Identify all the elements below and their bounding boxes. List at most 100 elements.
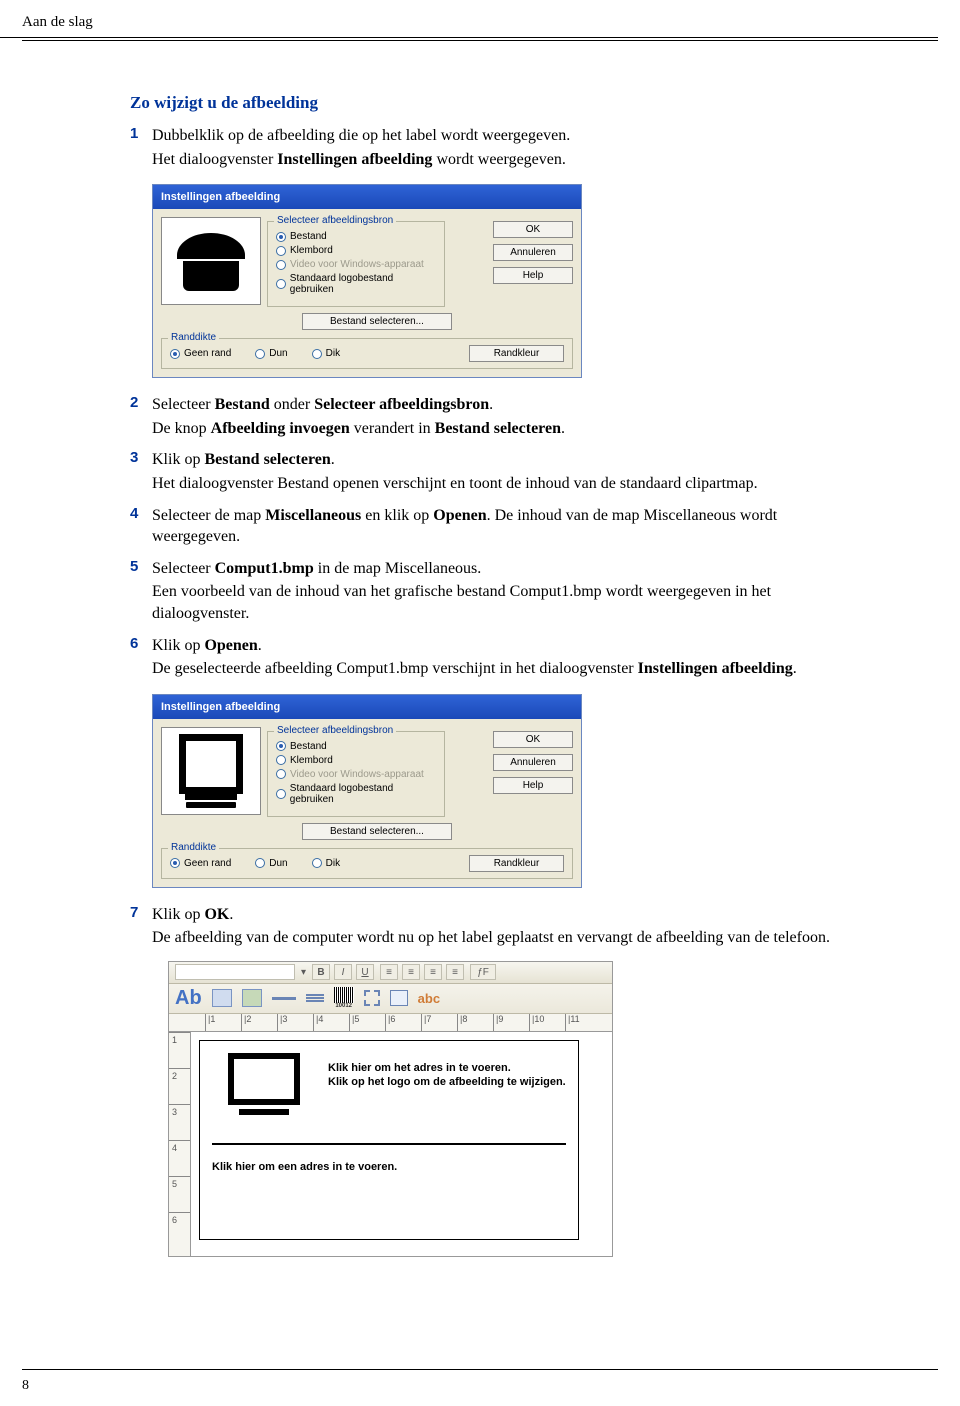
date-tool-icon[interactable] — [390, 990, 408, 1006]
ruler-tick: |7 — [421, 1014, 457, 1031]
ok-button[interactable]: OK — [493, 731, 573, 748]
radio-icon — [255, 349, 265, 359]
t: Het dialoogvenster — [152, 151, 277, 168]
radio-label: Klembord — [290, 755, 333, 766]
divider-line — [212, 1143, 566, 1145]
align-right-button[interactable]: ≡ — [424, 964, 442, 980]
align-center-button[interactable]: ≡ — [402, 964, 420, 980]
step-num: 6 — [130, 635, 152, 680]
step-num: 4 — [130, 505, 152, 548]
border-group: Randdikte Geen rand Dun Dik Randkleur — [161, 338, 573, 369]
help-button[interactable]: Help — [493, 267, 573, 284]
t: B — [317, 967, 324, 978]
italic-button[interactable]: I — [334, 964, 352, 980]
list-tool-icon[interactable] — [306, 994, 324, 1002]
ok-button[interactable]: OK — [493, 221, 573, 238]
t: en klik op — [361, 507, 433, 524]
t: Selecteer de map — [152, 507, 265, 524]
barcode-tool-icon[interactable]: 10012 — [334, 987, 354, 1009]
address-text-1[interactable]: Klik hier om het adres in te voeren. Kli… — [328, 1061, 566, 1090]
radio-geen-rand[interactable]: Geen rand — [170, 858, 231, 869]
step-body: Klik op Bestand selecteren. Het dialoogv… — [152, 449, 850, 494]
ruler-tick: 6 — [169, 1212, 190, 1248]
step-num: 1 — [130, 125, 152, 170]
help-button[interactable]: Help — [493, 777, 573, 794]
radio-dik[interactable]: Dik — [312, 858, 340, 869]
image-tool-icon[interactable] — [212, 989, 232, 1007]
align-left-button[interactable]: ≡ — [380, 964, 398, 980]
group-legend: Selecteer afbeeldingsbron — [274, 725, 396, 736]
phone-icon — [169, 229, 253, 293]
radio-label: Standaard logobestand gebruiken — [290, 273, 436, 295]
barcode-icon — [334, 987, 354, 1003]
shape-tool-icon[interactable] — [242, 989, 262, 1007]
radio-label: Dun — [269, 858, 287, 869]
ruler-tick: |11 — [565, 1014, 601, 1031]
radio-dik[interactable]: Dik — [312, 348, 340, 359]
t: Bestand selecteren — [435, 420, 561, 437]
ruler-tick: 3 — [169, 1104, 190, 1140]
radio-bestand[interactable]: Bestand — [276, 231, 436, 242]
monitor-icon — [173, 734, 249, 800]
fx-button[interactable]: ƒF — [470, 964, 496, 980]
canvas[interactable]: Klik hier om het adres in te voeren. Kli… — [191, 1032, 612, 1256]
t: verandert in — [350, 420, 435, 437]
underline-button[interactable]: U — [356, 964, 374, 980]
radio-dun[interactable]: Dun — [255, 348, 287, 359]
source-group: Selecteer afbeeldingsbron Bestand Klembo… — [267, 731, 445, 817]
rand-legend: Randdikte — [168, 842, 219, 853]
radio-label: Geen rand — [184, 348, 231, 359]
randkleur-button[interactable]: Randkleur — [469, 855, 564, 872]
select-file-button[interactable]: Bestand selecteren... — [302, 313, 452, 330]
radio-label: Klembord — [290, 245, 333, 256]
ruler-tick: |1 — [205, 1014, 241, 1031]
step-5: 5 Selecteer Comput1.bmp in de map Miscel… — [130, 558, 850, 625]
radio-dun[interactable]: Dun — [255, 858, 287, 869]
step-body: Selecteer Comput1.bmp in de map Miscella… — [152, 558, 850, 625]
align-justify-button[interactable]: ≡ — [446, 964, 464, 980]
step-6: 6 Klik op Openen. De geselecteerde afbee… — [130, 635, 850, 680]
label-editor: ▾ B I U ≡ ≡ ≡ ≡ ƒF Ab 10012 — [168, 961, 613, 1257]
radio-klembord[interactable]: Klembord — [276, 245, 436, 256]
editor-toolbar: ▾ B I U ≡ ≡ ≡ ≡ ƒF — [169, 962, 612, 984]
select-file-button[interactable]: Bestand selecteren... — [302, 823, 452, 840]
radio-icon — [276, 246, 286, 256]
randkleur-button[interactable]: Randkleur — [469, 345, 564, 362]
cancel-button[interactable]: Annuleren — [493, 754, 573, 771]
t: I — [342, 967, 345, 978]
cancel-button[interactable]: Annuleren — [493, 244, 573, 261]
text-tool-icon[interactable]: Ab — [175, 987, 202, 1010]
radio-icon — [170, 349, 180, 359]
preview-phone — [161, 217, 261, 305]
t: Selecteer afbeeldingsbron — [314, 396, 489, 413]
t: Miscellaneous — [265, 507, 361, 524]
font-dropdown[interactable] — [175, 964, 295, 980]
preview-computer — [161, 727, 261, 815]
logo-object[interactable] — [216, 1053, 312, 1133]
t: . — [331, 451, 335, 468]
t: Openen — [204, 637, 257, 654]
content: Zo wijzigt u de afbeelding 1 Dubbelklik … — [0, 41, 960, 1257]
radio-std[interactable]: Standaard logobestand gebruiken — [276, 273, 436, 295]
keyboard-icon — [186, 802, 236, 808]
bold-button[interactable]: B — [312, 964, 330, 980]
address-text-2[interactable]: Klik hier om een adres in te voeren. — [212, 1161, 397, 1173]
ruler-tick: 4 — [169, 1140, 190, 1176]
ruler-tick: 1 — [169, 1032, 190, 1068]
step-2: 2 Selecteer Bestand onder Selecteer afbe… — [130, 394, 850, 439]
step-sub: Het dialoogvenster Bestand openen versch… — [152, 473, 850, 495]
t: Instellingen afbeelding — [638, 660, 793, 677]
line-tool-icon[interactable] — [272, 997, 296, 1000]
step-num: 5 — [130, 558, 152, 625]
radio-std[interactable]: Standaard logobestand gebruiken — [276, 783, 436, 805]
radio-bestand[interactable]: Bestand — [276, 741, 436, 752]
counter-tool-icon[interactable] — [364, 990, 380, 1006]
step-sub: De afbeelding van de computer wordt nu o… — [152, 927, 850, 949]
ruler-tick: |5 — [349, 1014, 385, 1031]
step-num: 7 — [130, 904, 152, 949]
chevron-down-icon: ▾ — [301, 967, 306, 978]
radio-klembord[interactable]: Klembord — [276, 755, 436, 766]
radio-geen-rand[interactable]: Geen rand — [170, 348, 231, 359]
t: onder — [270, 396, 314, 413]
curved-text-tool-icon[interactable]: abc — [418, 991, 440, 1006]
